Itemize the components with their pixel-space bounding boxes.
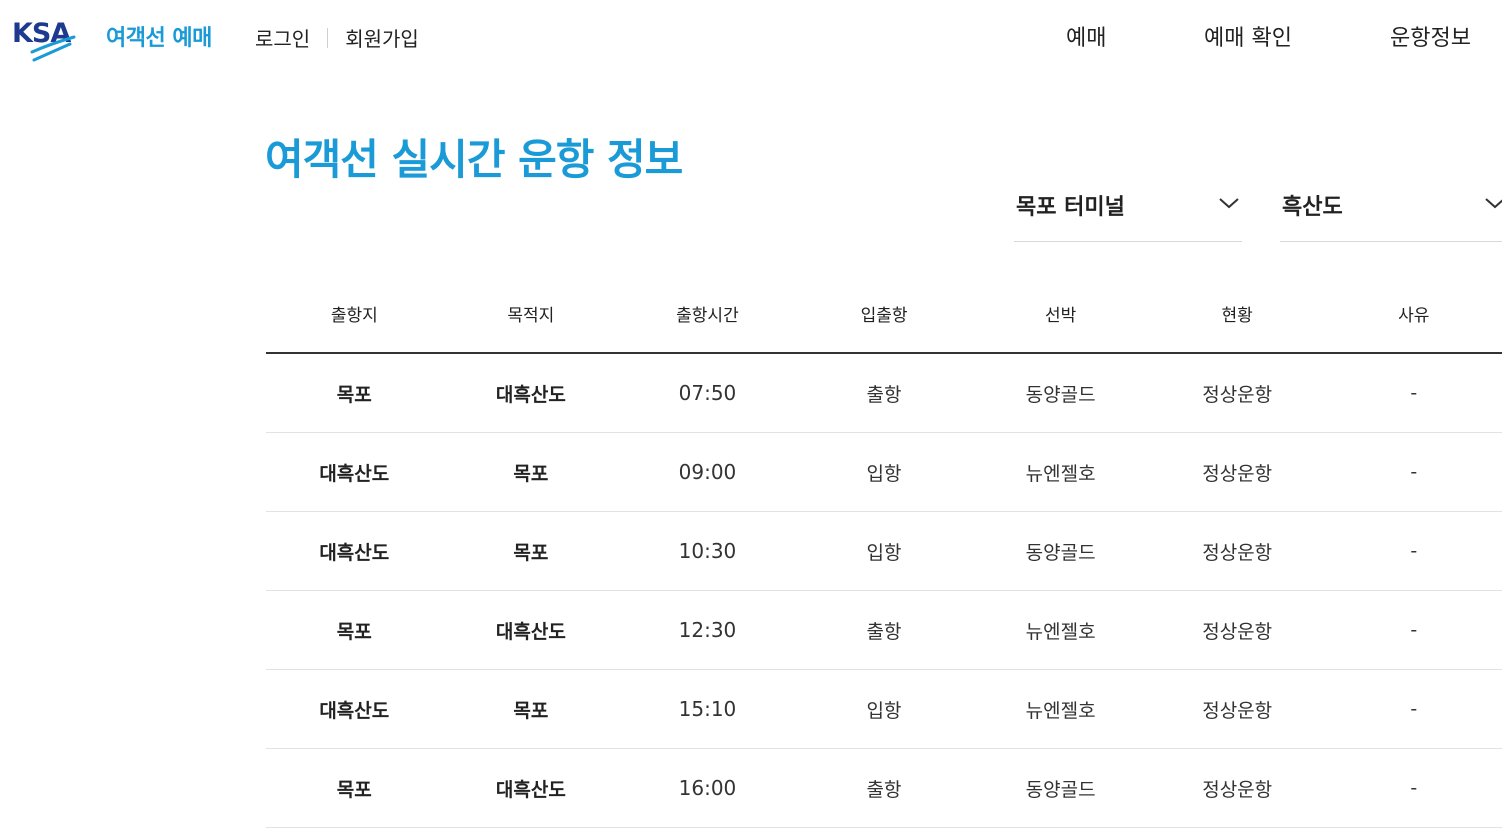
- divider: [327, 27, 329, 48]
- nav-reservation-check[interactable]: 예매 확인: [1204, 20, 1292, 52]
- cell-time: 10:30: [678, 539, 737, 563]
- login-link[interactable]: 로그인: [255, 23, 310, 52]
- col-departure: 출항지: [330, 306, 378, 326]
- page-title: 여객선 실시간 운항 정보: [265, 135, 683, 184]
- destination-select-value: 흑산도: [1282, 195, 1343, 220]
- cell-status: 정상운항: [1202, 699, 1273, 722]
- cell-destination: 대흑산도: [495, 383, 566, 406]
- cell-reason: -: [1410, 777, 1418, 799]
- cell-direction: 입항: [866, 462, 902, 485]
- auth-links: 로그인 회원가입: [255, 23, 419, 52]
- cell-departure: 대흑산도: [319, 541, 390, 564]
- ksa-logo[interactable]: KSA: [12, 18, 98, 64]
- terminal-select-value: 목포 터미널: [1016, 195, 1125, 220]
- svg-text:KSA: KSA: [12, 18, 71, 49]
- cell-direction: 출항: [866, 620, 902, 643]
- cell-direction: 입항: [866, 699, 902, 722]
- cell-reason: -: [1410, 461, 1418, 483]
- cell-direction: 입항: [866, 541, 902, 564]
- col-destination: 목적지: [507, 306, 555, 326]
- table-row: 대흑산도 목포 09:00 입항 뉴엔젤호 정상운항 -: [266, 433, 1502, 512]
- cell-direction: 출항: [866, 383, 902, 406]
- col-status: 현황: [1221, 306, 1253, 326]
- terminal-select[interactable]: 목포 터미널: [1014, 184, 1242, 242]
- cell-destination: 목포: [513, 462, 549, 485]
- cell-reason: -: [1410, 540, 1418, 562]
- chevron-down-icon: [1485, 198, 1502, 209]
- table-row: 목포 대흑산도 07:50 출항 동양골드 정상운항 -: [266, 354, 1502, 433]
- cell-ship: 뉴엔젤호: [1025, 462, 1096, 485]
- cell-departure: 목포: [336, 383, 372, 406]
- table-row: 대흑산도 목포 10:30 입항 동양골드 정상운항 -: [266, 512, 1502, 591]
- site-header: KSA 여객선 예매 로그인 회원가입 예매 예매 확인 운항정보: [0, 0, 1502, 72]
- cell-time: 15:10: [678, 697, 737, 721]
- cell-ship: 동양골드: [1025, 383, 1096, 406]
- cell-departure: 목포: [336, 620, 372, 643]
- cell-destination: 목포: [513, 699, 549, 722]
- cell-time: 07:50: [678, 381, 737, 405]
- cell-reason: -: [1410, 619, 1418, 641]
- cell-ship: 뉴엔젤호: [1025, 620, 1096, 643]
- chevron-down-icon: [1219, 198, 1239, 209]
- cell-ship: 동양골드: [1025, 541, 1096, 564]
- cell-ship: 뉴엔젤호: [1025, 699, 1096, 722]
- col-ship: 선박: [1044, 306, 1077, 326]
- cell-status: 정상운항: [1202, 620, 1273, 643]
- nav-operation-info[interactable]: 운항정보: [1390, 20, 1471, 52]
- cell-direction: 출항: [866, 778, 902, 801]
- destination-select[interactable]: 흑산도: [1280, 184, 1502, 242]
- col-departure-time: 출항시간: [676, 306, 739, 326]
- table-row: 목포 대흑산도 16:00 출항 동양골드 정상운항 -: [266, 749, 1502, 828]
- signup-link[interactable]: 회원가입: [345, 23, 419, 52]
- cell-departure: 목포: [336, 778, 372, 801]
- cell-ship: 동양골드: [1025, 778, 1096, 801]
- cell-departure: 대흑산도: [319, 462, 390, 485]
- cell-status: 정상운항: [1202, 383, 1273, 406]
- cell-destination: 대흑산도: [495, 620, 566, 643]
- cell-destination: 대흑산도: [495, 778, 566, 801]
- col-direction: 입출항: [860, 306, 908, 326]
- cell-status: 정상운항: [1202, 541, 1273, 564]
- cell-status: 정상운항: [1202, 462, 1273, 485]
- cell-destination: 목포: [513, 541, 549, 564]
- cell-status: 정상운항: [1202, 778, 1273, 801]
- schedule-table: 출항지 목적지 출항시간 입출항 선박 현황 사유 목포 대흑산도 07:50 …: [266, 275, 1502, 828]
- cell-reason: -: [1410, 698, 1418, 720]
- cell-time: 09:00: [678, 460, 737, 484]
- table-header: 출항지 목적지 출항시간 입출항 선박 현황 사유: [266, 275, 1502, 354]
- cell-time: 16:00: [678, 776, 737, 800]
- cell-reason: -: [1410, 382, 1418, 404]
- table-row: 목포 대흑산도 12:30 출항 뉴엔젤호 정상운항 -: [266, 591, 1502, 670]
- cell-departure: 대흑산도: [319, 699, 390, 722]
- col-reason: 사유: [1398, 306, 1430, 326]
- brand-title[interactable]: 여객선 예매: [106, 20, 212, 52]
- cell-time: 12:30: [678, 618, 737, 642]
- table-row: 대흑산도 목포 15:10 입항 뉴엔젤호 정상운항 -: [266, 670, 1502, 749]
- nav-reservation[interactable]: 예매: [1066, 20, 1106, 52]
